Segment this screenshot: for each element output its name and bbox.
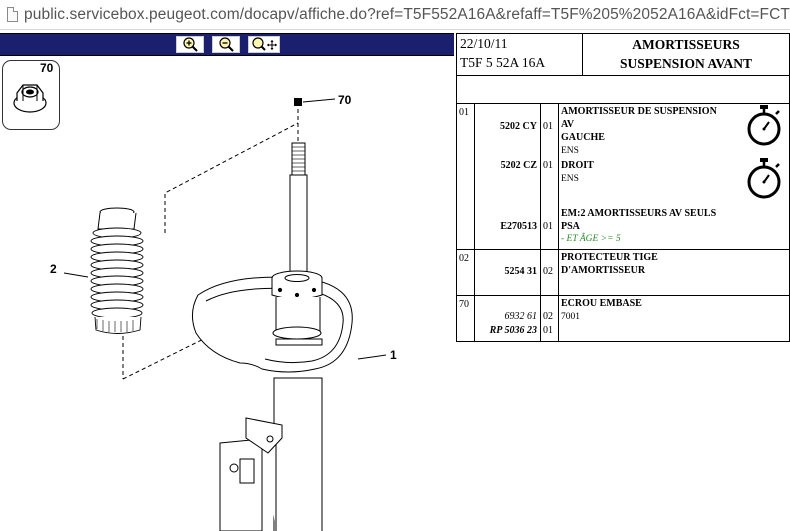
desc-cell: AMORTISSEUR DE SUSPENSION AV GAUCHE ENS … <box>559 104 789 249</box>
description-line: AV <box>561 119 575 130</box>
description-line: PSA <box>561 221 580 232</box>
ref-cell: 70 <box>457 296 475 341</box>
part-cell: 6932 61 RP 5036 23 <box>475 296 541 341</box>
part-cell: 5202 CY 5202 CZ E270513 <box>475 104 541 249</box>
description-line: DROIT <box>561 160 594 171</box>
qty-cell: 01 01 01 <box>541 104 559 249</box>
desc-cell: PROTECTEUR TIGE D'AMORTISSEUR <box>559 250 789 295</box>
quantity: 01 <box>543 160 553 171</box>
ref-cell: 01 <box>457 104 475 249</box>
header-spacer-row <box>456 75 790 104</box>
description-sub: ENS <box>561 174 579 184</box>
callout-70: 70 <box>338 93 352 107</box>
qty-cell: 02 01 <box>541 296 559 341</box>
parts-group-01: 01 5202 CY 5202 CZ E270513 01 01 01 AMOR… <box>457 103 789 249</box>
description-line: PROTECTEUR TIGE <box>561 252 658 263</box>
part-number[interactable]: E270513 <box>500 221 537 232</box>
part-number[interactable]: RP 5036 23 <box>490 325 537 336</box>
description-line: EM:2 AMORTISSEURS AV SEULS <box>561 208 717 219</box>
part-cell: 5254 31 <box>475 250 541 295</box>
description-sub: 7001 <box>561 312 580 322</box>
callout-2: 2 <box>50 262 57 276</box>
quantity: 01 <box>543 221 553 232</box>
parts-group-70: 70 6932 61 RP 5036 23 02 01 ECROU EMBASE… <box>457 295 789 341</box>
exploded-view-drawing: 70 2 1 <box>50 93 397 531</box>
description-condition: - ET ÂGE >= 5 <box>561 234 621 244</box>
parts-group-02: 02 5254 31 02 PROTECTEUR TIGE D'AMORTISS… <box>457 249 789 295</box>
description-line: ECROU EMBASE <box>561 298 642 309</box>
parts-panel: 22/10/11 T5F 5 52A 16A AMORTISSEURS SUSP… <box>456 33 790 531</box>
stopwatch-icon[interactable] <box>743 157 785 201</box>
url-text[interactable]: public.servicebox.peugeot.com/docapv/aff… <box>24 6 790 24</box>
description-line: D'AMORTISSEUR <box>561 265 646 276</box>
header-title-line1: AMORTISSEURS <box>632 37 740 52</box>
shock-absorber-part <box>192 142 353 531</box>
part-number[interactable]: 5202 CY <box>500 121 537 132</box>
part-number[interactable]: 5202 CZ <box>501 160 537 171</box>
parts-header: 22/10/11 T5F 5 52A 16A AMORTISSEURS SUSP… <box>456 33 790 76</box>
diagram-panel: 70 70 2 1 <box>0 33 454 531</box>
parts-table: 01 5202 CY 5202 CZ E270513 01 01 01 AMOR… <box>456 103 790 342</box>
part-number[interactable]: 6932 61 <box>505 311 538 322</box>
bellows-part <box>90 207 144 334</box>
description-sub: ENS <box>561 146 579 156</box>
stopwatch-icon[interactable] <box>743 104 785 148</box>
quantity: 02 <box>543 266 553 277</box>
header-title-line2: SUSPENSION AVANT <box>620 56 752 71</box>
ref-cell: 02 <box>457 250 475 295</box>
part-number[interactable]: 5254 31 <box>505 266 538 277</box>
quantity: 01 <box>543 121 553 132</box>
page-icon <box>7 7 19 22</box>
callout-70-marker <box>294 98 302 106</box>
description-line: GAUCHE <box>561 132 605 143</box>
qty-cell: 02 <box>541 250 559 295</box>
desc-cell: ECROU EMBASE 7001 <box>559 296 789 341</box>
header-reference: T5F 5 52A 16A <box>460 55 546 70</box>
callout-1: 1 <box>390 348 397 362</box>
header-meta: 22/10/11 T5F 5 52A 16A <box>457 34 583 75</box>
header-title: AMORTISSEURS SUSPENSION AVANT <box>583 34 789 75</box>
address-bar[interactable]: public.servicebox.peugeot.com/docapv/aff… <box>0 0 790 30</box>
description-line: AMORTISSEUR DE SUSPENSION <box>561 106 717 117</box>
quantity: 02 <box>543 311 553 322</box>
quantity: 01 <box>543 325 553 336</box>
header-date: 22/10/11 <box>460 36 508 51</box>
